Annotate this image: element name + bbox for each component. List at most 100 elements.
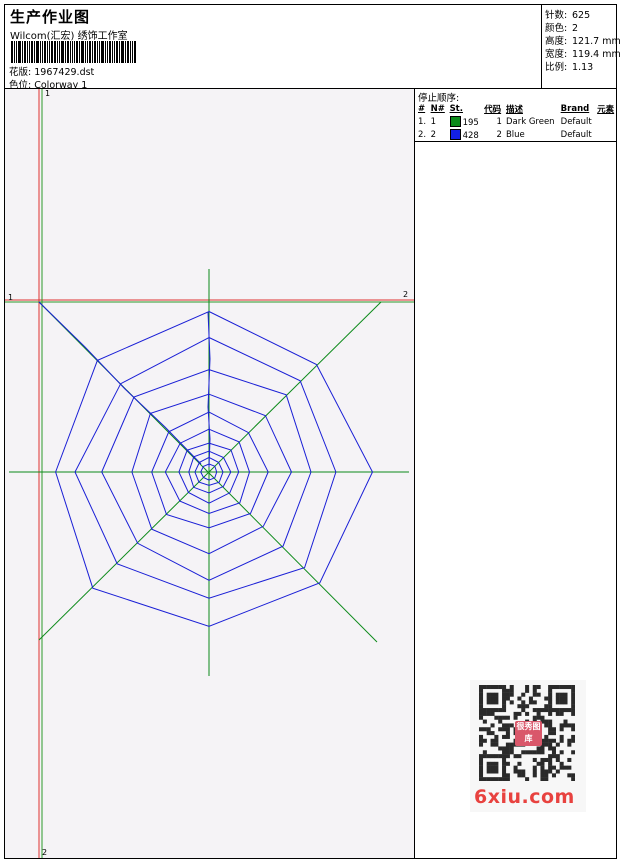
qr-module bbox=[505, 723, 510, 728]
qr-module bbox=[548, 708, 553, 713]
qr-module bbox=[532, 715, 537, 720]
qr-module bbox=[563, 708, 568, 713]
qr-module bbox=[502, 688, 507, 693]
qr-module bbox=[548, 704, 553, 709]
qr-module bbox=[548, 700, 553, 705]
qr-module bbox=[525, 688, 530, 693]
qr-module bbox=[486, 761, 491, 766]
qr-module bbox=[509, 742, 514, 747]
qr-module bbox=[490, 731, 495, 736]
qr-module bbox=[517, 704, 522, 709]
qr-module bbox=[482, 708, 487, 713]
qr-module bbox=[567, 773, 572, 778]
qr-module bbox=[498, 727, 503, 732]
qr-module bbox=[540, 708, 545, 713]
qr-module bbox=[544, 734, 549, 739]
qr-module bbox=[551, 754, 556, 759]
col-stitches: St. bbox=[449, 103, 463, 114]
divider bbox=[415, 141, 616, 142]
qr-module bbox=[551, 708, 556, 713]
qr-module bbox=[479, 696, 484, 701]
qr-module bbox=[505, 727, 510, 732]
spider-web-design bbox=[9, 269, 409, 676]
qr-module bbox=[490, 711, 495, 716]
qr-module bbox=[505, 746, 510, 751]
qr-module bbox=[571, 688, 575, 693]
col-description: 描述 bbox=[505, 104, 523, 115]
qr-module bbox=[490, 708, 495, 713]
qr-module bbox=[536, 685, 541, 690]
qr-module bbox=[559, 750, 564, 755]
spec-colors: 颜色: 2 bbox=[545, 23, 579, 34]
qr-module bbox=[548, 742, 553, 747]
qr-module bbox=[544, 742, 549, 747]
qr-module bbox=[548, 688, 553, 693]
qr-module bbox=[505, 742, 510, 747]
web-ring bbox=[74, 336, 337, 599]
qr-module bbox=[555, 769, 560, 774]
qr-module bbox=[486, 708, 491, 713]
qr-module bbox=[540, 757, 545, 762]
qr-module bbox=[559, 685, 564, 690]
qr-module bbox=[544, 696, 549, 701]
qr-module bbox=[555, 754, 560, 759]
qr-module bbox=[571, 773, 575, 778]
qr-module bbox=[490, 723, 495, 728]
qr-module bbox=[551, 727, 556, 732]
qr-module bbox=[555, 757, 560, 762]
qr-module bbox=[502, 696, 507, 701]
qr-module bbox=[482, 685, 487, 690]
qr-module bbox=[563, 719, 568, 724]
watermark-site: 6xiu.com bbox=[474, 786, 575, 808]
qr-module bbox=[540, 761, 545, 766]
qr-module bbox=[555, 685, 560, 690]
qr-module bbox=[571, 777, 575, 781]
qr-module bbox=[502, 692, 507, 697]
qr-module bbox=[544, 773, 549, 778]
qr-module bbox=[521, 704, 526, 709]
qr-module bbox=[482, 750, 487, 755]
qr-module bbox=[521, 769, 526, 774]
qr-module bbox=[479, 742, 484, 747]
qr-module bbox=[563, 765, 568, 770]
stop-sequence-table: # N# St. 代码 描述 Brand 元素 1. 1 195 1 Dark … bbox=[416, 102, 617, 141]
qr-module bbox=[490, 777, 495, 781]
qr-module bbox=[505, 777, 510, 781]
qr-module bbox=[544, 757, 549, 762]
qr-module bbox=[548, 711, 553, 716]
qr-module bbox=[482, 754, 487, 759]
qr-module bbox=[559, 711, 564, 716]
qr-module bbox=[536, 715, 541, 720]
col-needle: N# bbox=[430, 103, 445, 114]
qr-module bbox=[498, 685, 503, 690]
qr-module bbox=[525, 704, 530, 709]
qr-module bbox=[490, 769, 495, 774]
qr-module bbox=[479, 734, 484, 739]
qr-module bbox=[490, 765, 495, 770]
spec-height: 高度: 121.7 mm bbox=[545, 36, 620, 47]
qr-module bbox=[540, 769, 545, 774]
qr-module bbox=[509, 750, 514, 755]
color-swatch-green bbox=[449, 115, 461, 127]
qr-module bbox=[571, 734, 575, 739]
qr-module bbox=[479, 777, 484, 781]
qr-module bbox=[548, 719, 553, 724]
qr-module bbox=[502, 757, 507, 762]
qr-module bbox=[571, 727, 575, 732]
qr-module bbox=[571, 685, 575, 690]
qr-module bbox=[479, 769, 484, 774]
qr-module bbox=[555, 708, 560, 713]
col-seq: # bbox=[418, 103, 426, 114]
qr-module bbox=[548, 765, 553, 770]
qr-module bbox=[479, 704, 484, 709]
qr-module bbox=[563, 685, 568, 690]
table-row: 2. 2 428 2 Blue Default bbox=[418, 128, 592, 141]
qr-module bbox=[548, 746, 553, 751]
qr-module bbox=[551, 746, 556, 751]
qr-module bbox=[532, 692, 537, 697]
qr-module bbox=[490, 692, 495, 697]
qr-module bbox=[494, 777, 499, 781]
qr-module bbox=[521, 708, 526, 713]
qr-module bbox=[571, 700, 575, 705]
qr-module bbox=[502, 750, 507, 755]
